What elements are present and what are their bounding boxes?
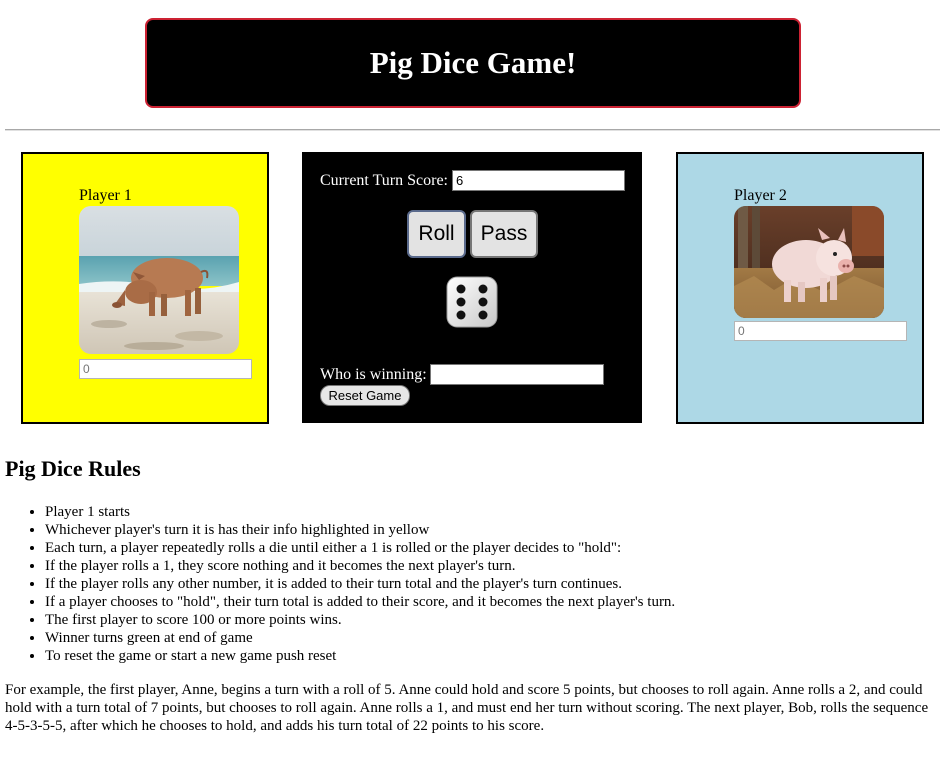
roll-button[interactable]: Roll (407, 210, 466, 258)
player1-score-input[interactable]: 0 (79, 359, 252, 379)
rule-item: Whichever player's turn it is has their … (45, 521, 935, 539)
page-title: Pig Dice Game! (369, 45, 577, 80)
player2-score-input[interactable]: 0 (734, 321, 907, 341)
player2-panel: Player 2 0 (676, 152, 924, 424)
reset-game-button[interactable]: Reset Game (320, 385, 410, 406)
page: Pig Dice Game! Player 1 0 Current Turn S… (0, 0, 942, 764)
current-turn-score-input[interactable]: 6 (452, 170, 625, 191)
control-panel: Current Turn Score: 6 Roll Pass Who is w… (302, 152, 642, 423)
rule-item: The first player to score 100 or more po… (45, 611, 935, 629)
rule-item: Each turn, a player repeatedly rolls a d… (45, 539, 935, 557)
horizontal-divider (5, 129, 940, 131)
rules-heading: Pig Dice Rules (5, 456, 141, 481)
header-banner: Pig Dice Game! (145, 18, 801, 108)
who-is-winning-label: Who is winning: (320, 366, 427, 383)
player1-avatar (79, 206, 239, 354)
rules-list: Player 1 starts Whichever player's turn … (5, 503, 935, 665)
pig-on-beach-photo (79, 206, 239, 354)
rule-item: Winner turns green at end of game (45, 629, 935, 647)
example-paragraph: For example, the first player, Anne, beg… (5, 682, 929, 734)
pass-button[interactable]: Pass (470, 210, 538, 258)
rule-item: If the player rolls a 1, they score noth… (45, 557, 935, 575)
current-turn-label: Current Turn Score: (320, 172, 448, 189)
piglet-photo (734, 206, 884, 318)
player1-label: Player 1 (79, 187, 132, 204)
rule-item: If a player chooses to "hold", their tur… (45, 593, 935, 611)
dice-six-icon (446, 276, 498, 328)
rule-item: If the player rolls any other number, it… (45, 575, 935, 593)
rule-item: Player 1 starts (45, 503, 935, 521)
who-is-winning-input[interactable] (430, 364, 604, 385)
player2-avatar (734, 206, 884, 318)
rule-item: To reset the game or start a new game pu… (45, 647, 935, 665)
player2-label: Player 2 (734, 187, 787, 204)
player1-panel: Player 1 0 (21, 152, 269, 424)
